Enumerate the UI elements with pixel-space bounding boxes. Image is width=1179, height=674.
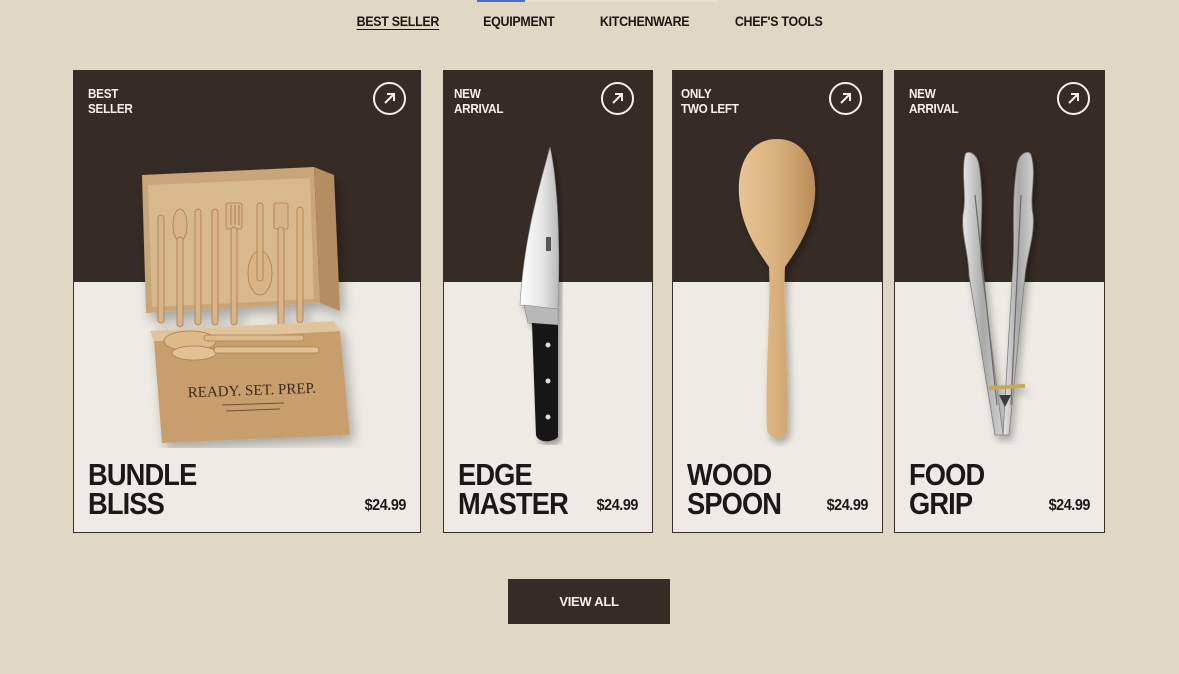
product-price: $24.99 bbox=[826, 497, 869, 514]
product-card-edge-master[interactable]: NEW ARRIVAL EDGE MASTER $24.99 bbox=[443, 70, 653, 533]
product-badge: BEST SELLER bbox=[88, 86, 133, 116]
top-scroll-indicator bbox=[477, 0, 717, 2]
product-price: $24.99 bbox=[364, 497, 407, 514]
product-badge: ONLY TWO LEFT bbox=[681, 86, 739, 116]
chef-knife-image bbox=[519, 146, 560, 442]
product-badge: NEW ARRIVAL bbox=[909, 86, 959, 116]
wooden-spoon-image bbox=[738, 139, 816, 438]
arrow-up-right-icon[interactable] bbox=[829, 82, 862, 115]
arrow-up-right-icon[interactable] bbox=[1057, 82, 1090, 115]
product-card-bundle-bliss[interactable]: BEST SELLER READY. SET. PREP. BUNDLE BLI… bbox=[73, 70, 421, 533]
tab-chefs-tools[interactable]: CHEF'S TOOLS bbox=[735, 14, 823, 29]
utensil-set-box-image: READY. SET. PREP. bbox=[142, 167, 350, 443]
category-tabs: BEST SELLER EQUIPMENT KITCHENWARE CHEF'S… bbox=[0, 14, 1179, 29]
product-name: WOOD SPOON bbox=[687, 457, 782, 521]
arrow-up-right-icon[interactable] bbox=[601, 82, 634, 115]
tab-equipment[interactable]: EQUIPMENT bbox=[483, 14, 555, 29]
tab-kitchenware[interactable]: KITCHENWARE bbox=[600, 14, 690, 29]
arrow-up-right-icon[interactable] bbox=[373, 82, 406, 115]
product-card-food-grip[interactable]: NEW ARRIVAL FOOD GRIP $24.99 bbox=[894, 70, 1105, 533]
product-price: $24.99 bbox=[1048, 497, 1091, 514]
product-card-wood-spoon[interactable]: ONLY TWO LEFT WOOD SPOON $24.99 bbox=[672, 70, 883, 533]
metal-tongs-image bbox=[962, 151, 1034, 436]
product-price: $24.99 bbox=[596, 497, 639, 514]
tab-best-seller[interactable]: BEST SELLER bbox=[356, 14, 439, 29]
view-all-button[interactable]: VIEW ALL bbox=[508, 579, 670, 624]
product-name: BUNDLE BLISS bbox=[88, 457, 197, 521]
product-badge: NEW ARRIVAL bbox=[454, 86, 504, 116]
product-name: EDGE MASTER bbox=[458, 457, 569, 521]
product-name: FOOD GRIP bbox=[909, 457, 985, 521]
